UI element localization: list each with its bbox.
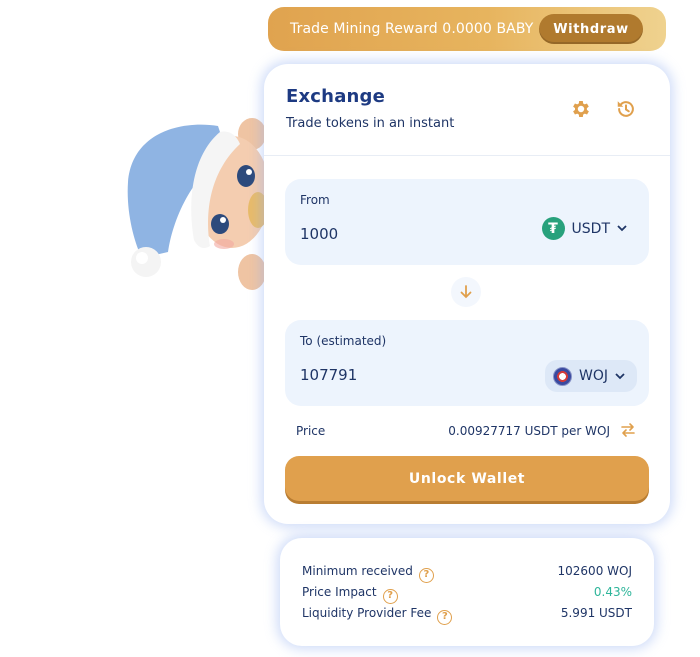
price-impact-label: Price Impact — [302, 585, 377, 599]
from-label: From — [300, 193, 330, 207]
detail-row-liquidity-fee: Liquidity Provider Fee? 5.991 USDT — [302, 604, 632, 625]
baby-mascot-illustration — [127, 118, 270, 290]
detail-row-price-impact: Price Impact? 0.43% — [302, 583, 632, 604]
to-token-select[interactable]: WOJ — [545, 360, 637, 392]
price-value: 0.00927717 USDT per WOJ — [448, 424, 610, 438]
minimum-received-label: Minimum received — [302, 564, 413, 578]
reward-text: Trade Mining Reward 0.0000 BABY — [290, 21, 534, 37]
help-icon[interactable]: ? — [437, 610, 453, 625]
woj-token-icon — [553, 366, 572, 386]
price-label: Price — [296, 424, 326, 438]
help-icon[interactable]: ? — [418, 568, 434, 583]
from-token-select[interactable]: ₮ USDT — [541, 217, 627, 240]
detail-row-minimum-received: Minimum received? 102600 WOJ — [302, 562, 632, 583]
trade-mining-reward-banner: Trade Mining Reward 0.0000 BABY Withdraw — [268, 7, 666, 51]
minimum-received-value: 102600 WOJ — [557, 564, 632, 578]
to-currency-panel: To (estimated) WOJ — [285, 320, 649, 406]
exchange-title: Exchange — [286, 86, 386, 107]
history-icon — [617, 101, 634, 117]
to-amount-input[interactable] — [300, 366, 480, 384]
price-impact-value: 0.43% — [593, 585, 632, 599]
from-currency-panel: From ₮ USDT — [285, 179, 649, 265]
help-icon[interactable]: ? — [382, 589, 398, 604]
exchange-subtitle: Trade tokens in an instant — [286, 116, 455, 131]
from-amount-input[interactable] — [300, 225, 480, 243]
trade-details-card: Minimum received? 102600 WOJ Price Impac… — [280, 538, 654, 646]
switch-direction-button[interactable] — [451, 277, 481, 307]
liquidity-provider-fee-value: 5.991 USDT — [560, 606, 632, 620]
from-token-symbol: USDT — [571, 220, 610, 237]
price-row: Price 0.00927717 USDT per WOJ — [296, 422, 636, 440]
exchange-card-header: Exchange Trade tokens in an instant — [264, 64, 670, 156]
exchange-card: Exchange Trade tokens in an instant From… — [264, 64, 670, 524]
settings-button[interactable] — [568, 96, 594, 122]
history-button[interactable] — [613, 96, 639, 122]
gear-icon — [573, 101, 589, 117]
unlock-wallet-button[interactable]: Unlock Wallet — [285, 456, 649, 501]
chevron-down-icon — [617, 225, 627, 232]
liquidity-provider-fee-label: Liquidity Provider Fee — [302, 606, 432, 620]
to-label: To (estimated) — [300, 334, 387, 348]
arrow-down-icon — [460, 285, 472, 299]
usdt-token-icon: ₮ — [541, 217, 565, 240]
withdraw-button[interactable]: Withdraw — [539, 14, 643, 44]
to-token-symbol: WOJ — [579, 368, 608, 384]
swap-horizontal-icon[interactable] — [620, 422, 636, 438]
chevron-down-icon — [615, 372, 625, 379]
